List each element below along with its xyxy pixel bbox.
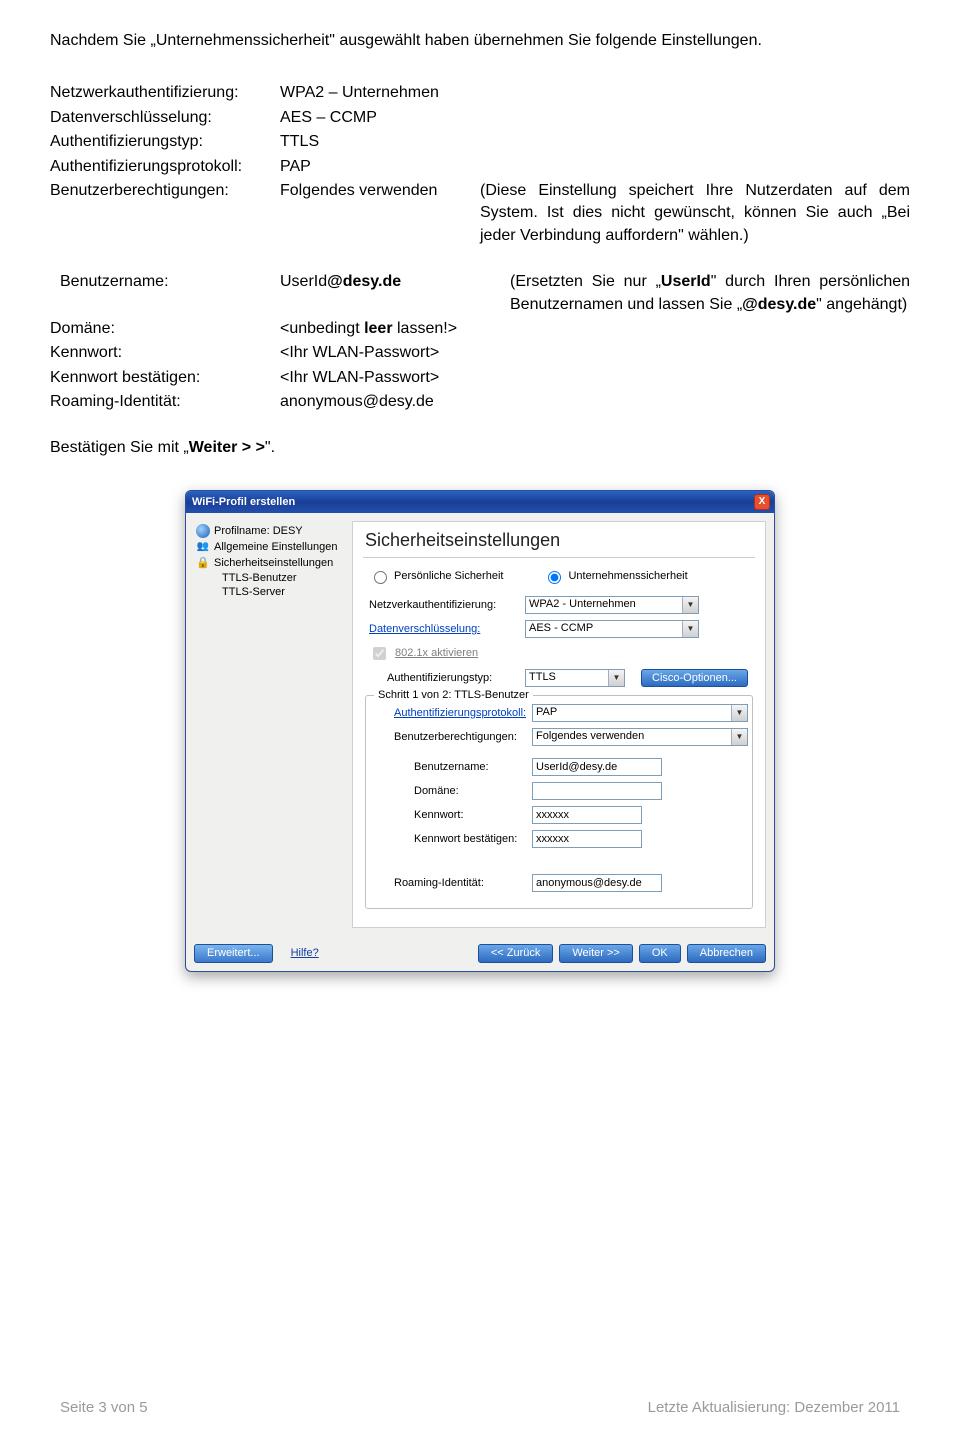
intro-paragraph: Nachdem Sie „Unternehmenssicherheit" aus… <box>50 30 910 52</box>
label-encryption[interactable]: Datenverschlüsselung: <box>369 623 519 635</box>
setting-value: <unbedingt leer lassen!> <box>280 318 510 340</box>
dialog-screenshot: WiFi-Profil erstellen X Profilname: DESY… <box>50 490 910 972</box>
field-password[interactable] <box>532 806 642 824</box>
help-link[interactable]: Hilfe? <box>291 947 319 959</box>
label-password: Kennwort: <box>414 809 526 821</box>
label-username: Benutzername: <box>414 761 526 773</box>
dropdown-authtype[interactable]: TTLS▼ <box>525 669 625 687</box>
setting-value: TTLS <box>280 131 480 153</box>
setting-value: AES – CCMP <box>280 107 480 129</box>
chevron-down-icon: ▼ <box>608 670 624 686</box>
fieldset-legend: Schritt 1 von 2: TTLS-Benutzer <box>374 689 533 701</box>
footer-date: Letzte Aktualisierung: Dezember 2011 <box>648 1399 900 1416</box>
dialog-title: WiFi-Profil erstellen <box>192 496 295 508</box>
cancel-button[interactable]: Abbrechen <box>687 944 766 963</box>
dialog-sidebar: Profilname: DESY 👥Allgemeine Einstellung… <box>194 521 344 928</box>
chevron-down-icon: ▼ <box>682 621 698 637</box>
label-authtype: Authentifizierungstyp: <box>387 672 519 684</box>
setting-value: Folgendes verwenden <box>280 180 480 247</box>
label-domain: Domäne: <box>414 785 526 797</box>
chevron-down-icon: ▼ <box>731 705 747 721</box>
ok-button[interactable]: OK <box>639 944 681 963</box>
setting-label: Netzwerkauthentifizierung: <box>50 82 280 104</box>
confirm-line: Bestätigen Sie mit „Weiter > >". <box>50 437 910 459</box>
setting-note: (Diese Einstellung speichert Ihre Nutzer… <box>480 180 910 247</box>
label-8021x: 802.1x aktivieren <box>395 647 478 659</box>
sidebar-item-allgemein[interactable]: 👥Allgemeine Einstellungen <box>194 539 344 555</box>
setting-value: <Ihr WLAN-Passwort> <box>280 342 510 364</box>
dropdown-netauth[interactable]: WPA2 - Unternehmen▼ <box>525 596 699 614</box>
label-netauth: Netzverkauthentifizierung: <box>369 599 519 611</box>
setting-label: Datenverschlüsselung: <box>50 107 280 129</box>
field-username[interactable] <box>532 758 662 776</box>
checkbox-8021x <box>373 647 386 660</box>
setting-label: Benutzerberechtigungen: <box>50 180 280 247</box>
setting-label: Kennwort: <box>50 342 280 364</box>
value-prefix: UserId <box>280 273 327 290</box>
pane-title: Sicherheitseinstellungen <box>363 526 755 558</box>
dialog-main-pane: Sicherheitseinstellungen Persönliche Sic… <box>352 521 766 928</box>
setting-label: Kennwort bestätigen: <box>50 367 280 389</box>
lock-icon: 🔒 <box>196 556 210 570</box>
settings-table-1: Netzwerkauthentifizierung: WPA2 – Untern… <box>50 82 910 247</box>
setting-label: Authentifizierungstyp: <box>50 131 280 153</box>
next-button[interactable]: Weiter >> <box>559 944 633 963</box>
radio-personal[interactable]: Persönliche Sicherheit <box>369 568 503 584</box>
setting-value: WPA2 – Unternehmen <box>280 82 480 104</box>
label-userperm: Benutzerberechtigungen: <box>394 731 526 743</box>
field-password2[interactable] <box>532 830 642 848</box>
dropdown-encryption[interactable]: AES - CCMP▼ <box>525 620 699 638</box>
setting-note: (Ersetzten Sie nur „UserId" durch Ihren … <box>510 271 910 316</box>
setting-value: anonymous@desy.de <box>280 391 510 413</box>
dropdown-authprot[interactable]: PAP▼ <box>532 704 748 722</box>
page-footer: Seite 3 von 5 Letzte Aktualisierung: Dez… <box>0 1399 960 1416</box>
cisco-options-button[interactable]: Cisco-Optionen... <box>641 669 748 687</box>
setting-label: Roaming-Identität: <box>50 391 280 413</box>
label-authprot[interactable]: Authentifizierungsprotokoll: <box>394 707 526 719</box>
close-icon[interactable]: X <box>754 494 770 510</box>
settings-table-2: Benutzername: UserId@desy.de (Ersetzten … <box>50 271 910 413</box>
footer-page: Seite 3 von 5 <box>60 1399 148 1416</box>
setting-label: Authentifizierungsprotokoll: <box>50 156 280 178</box>
label-password2: Kennwort bestätigen: <box>414 833 526 845</box>
setting-label: Domäne: <box>50 318 280 340</box>
sidebar-item-sicherheit[interactable]: 🔒Sicherheitseinstellungen <box>194 555 344 571</box>
setting-value: PAP <box>280 156 480 178</box>
sidebar-item-ttls-server[interactable]: TTLS-Server <box>194 585 344 599</box>
label-roaming: Roaming-Identität: <box>394 877 526 889</box>
field-domain[interactable] <box>532 782 662 800</box>
chevron-down-icon: ▼ <box>731 729 747 745</box>
setting-label: Benutzername: <box>50 271 280 316</box>
setting-value: UserId@desy.de <box>280 271 510 316</box>
chevron-down-icon: ▼ <box>682 597 698 613</box>
advanced-button[interactable]: Erweitert... <box>194 944 273 963</box>
dialog-titlebar[interactable]: WiFi-Profil erstellen X <box>186 491 774 513</box>
sidebar-item-ttls-benutzer[interactable]: TTLS-Benutzer <box>194 571 344 585</box>
sidebar-item-profilname[interactable]: Profilname: DESY <box>194 523 344 539</box>
globe-icon <box>196 524 210 538</box>
people-icon: 👥 <box>196 540 210 554</box>
field-roaming[interactable] <box>532 874 662 892</box>
setting-value: <Ihr WLAN-Passwort> <box>280 367 510 389</box>
ttls-fieldset: Schritt 1 von 2: TTLS-Benutzer Authentif… <box>365 695 753 909</box>
back-button[interactable]: << Zurück <box>478 944 554 963</box>
radio-enterprise[interactable]: Unternehmenssicherheit <box>543 568 687 584</box>
value-bold: @desy.de <box>327 273 401 290</box>
dropdown-userperm[interactable]: Folgendes verwenden▼ <box>532 728 748 746</box>
